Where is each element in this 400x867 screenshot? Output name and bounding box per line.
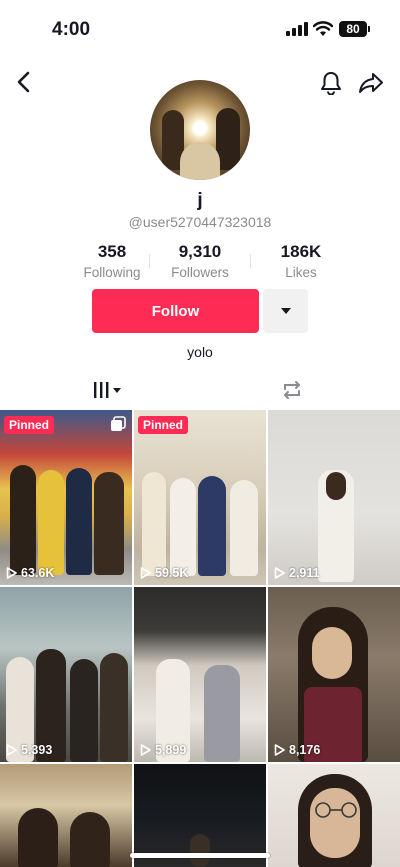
- view-count: 63.6K: [6, 566, 54, 580]
- view-count-label: 63.6K: [21, 566, 55, 580]
- notifications-button[interactable]: [318, 69, 344, 97]
- share-arrow-icon: [359, 73, 383, 93]
- followers-label: Followers: [171, 265, 229, 280]
- stat-following[interactable]: 358 Following: [62, 242, 162, 280]
- view-count: 8,176: [274, 743, 320, 757]
- content-tabs: [0, 372, 400, 410]
- tab-videos[interactable]: [88, 378, 128, 402]
- view-count-label: 2,911: [289, 566, 320, 580]
- bell-icon: [321, 72, 341, 95]
- video-thumbnail[interactable]: [134, 764, 266, 867]
- play-outline-icon: [6, 567, 17, 579]
- status-time: 4:00: [52, 19, 91, 40]
- likes-label: Likes: [285, 265, 317, 280]
- view-count-label: 5,393: [21, 743, 53, 757]
- stat-likes[interactable]: 186K Likes: [251, 242, 351, 280]
- video-thumbnail[interactable]: Pinned 59.5K: [134, 410, 266, 585]
- video-thumbnail[interactable]: 5,899: [134, 587, 266, 762]
- caret-down-icon: [280, 308, 291, 314]
- follow-button[interactable]: Follow: [92, 289, 259, 333]
- tab-reposts[interactable]: [278, 378, 306, 402]
- profile-username: j: [197, 190, 203, 211]
- view-count: 2,911: [274, 566, 320, 580]
- pinned-badge: Pinned: [4, 416, 55, 434]
- pinned-badge: Pinned: [138, 416, 189, 434]
- play-outline-icon: [274, 567, 285, 579]
- back-button[interactable]: [10, 68, 36, 96]
- following-count: 358: [97, 242, 127, 261]
- video-thumbnail[interactable]: 8,176: [268, 587, 400, 762]
- view-count-label: 5,899: [155, 743, 187, 757]
- battery-level: 80: [339, 21, 367, 37]
- play-outline-icon: [274, 744, 285, 756]
- wifi-icon: [313, 21, 333, 36]
- play-outline-icon: [6, 744, 17, 756]
- home-indicator[interactable]: [130, 853, 270, 858]
- profile-bio: yolo: [187, 344, 213, 360]
- view-count-label: 59.5K: [155, 566, 189, 580]
- video-thumbnail[interactable]: 2,911: [268, 410, 400, 585]
- following-label: Following: [83, 265, 141, 280]
- stat-followers[interactable]: 9,310 Followers: [150, 242, 250, 280]
- share-button[interactable]: [357, 69, 385, 97]
- video-thumbnail[interactable]: Pinned 63.6K: [0, 410, 132, 585]
- video-thumbnail[interactable]: 5,393: [0, 587, 132, 762]
- profile-avatar[interactable]: [150, 80, 250, 180]
- glasses-decor: [315, 802, 357, 818]
- play-outline-icon: [140, 567, 151, 579]
- battery-icon: [368, 26, 370, 32]
- grid-icon: [94, 382, 121, 398]
- repost-icon: [284, 381, 300, 399]
- view-count: 5,899: [140, 743, 186, 757]
- likes-count: 186K: [280, 242, 322, 261]
- cellular-signal-icon: [286, 22, 308, 36]
- suggested-accounts-button[interactable]: [263, 289, 308, 333]
- multi-photo-icon: [111, 416, 126, 431]
- status-bar: 4:00 80: [0, 0, 400, 58]
- view-count-label: 8,176: [289, 743, 321, 757]
- view-count: 59.5K: [140, 566, 188, 580]
- video-thumbnail[interactable]: [0, 764, 132, 867]
- chevron-left-icon: [17, 71, 30, 93]
- profile-handle: @user5270447323018: [128, 214, 272, 230]
- play-outline-icon: [140, 744, 151, 756]
- view-count: 5,393: [6, 743, 52, 757]
- profile-stats: 358 Following 9,310 Followers 186K Likes: [0, 242, 400, 282]
- followers-count: 9,310: [178, 242, 222, 261]
- video-thumbnail[interactable]: [268, 764, 400, 867]
